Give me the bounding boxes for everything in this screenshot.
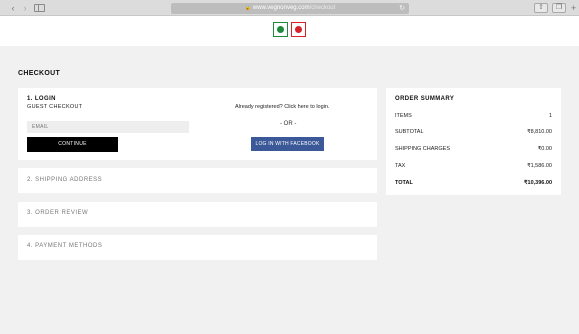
summary-row-shipping: SHIPPING CHARGES ₹0.00 <box>395 146 552 152</box>
summary-row-subtotal: SUBTOTAL ₹8,810.00 <box>395 129 552 135</box>
summary-row-items: ITEMS 1 <box>395 113 552 119</box>
summary-label: ITEMS <box>395 113 412 119</box>
shipping-address-label: 2. SHIPPING ADDRESS <box>27 177 103 183</box>
address-bar[interactable]: 🔒 www.vegnonveg.com/checkout ↻ <box>171 3 409 14</box>
summary-label: SHIPPING CHARGES <box>395 146 451 152</box>
order-review-label: 3. ORDER REVIEW <box>27 210 89 216</box>
lock-icon: 🔒 <box>244 5 251 11</box>
browser-toolbar: ‹ › 🔒 www.vegnonveg.com/checkout ↻ ⇧ ❐ + <box>0 0 579 16</box>
veg-dot <box>276 25 284 33</box>
summary-row-tax: TAX ₹1,586.00 <box>395 163 552 169</box>
summary-label: TAX <box>395 163 406 169</box>
guest-checkout-label: GUEST CHECKOUT <box>27 104 83 110</box>
login-link[interactable]: Already registered? Click here to login. <box>235 104 329 110</box>
summary-value: 1 <box>548 113 552 119</box>
summary-value: ₹0.00 <box>537 146 552 152</box>
summary-value: ₹1,586.00 <box>527 163 552 169</box>
site-header <box>0 16 579 46</box>
tabs-overview-icon[interactable]: ❐ <box>552 3 566 13</box>
summary-row-total: TOTAL ₹10,396.00 <box>395 180 552 186</box>
reload-icon[interactable]: ↻ <box>399 3 405 14</box>
login-step-title: 1. LOGIN <box>27 96 56 102</box>
summary-total-value: ₹10,396.00 <box>524 180 552 186</box>
share-icon[interactable]: ⇧ <box>534 3 548 13</box>
continue-button[interactable]: CONTINUE <box>27 137 118 152</box>
summary-value: ₹8,810.00 <box>527 129 552 135</box>
order-summary-title: ORDER SUMMARY <box>395 96 455 102</box>
facebook-login-button[interactable]: LOG IN WITH FACEBOOK <box>251 137 324 151</box>
order-summary-card <box>386 88 561 195</box>
email-input[interactable] <box>27 121 189 133</box>
forward-arrow-icon[interactable]: › <box>21 3 29 13</box>
nonveg-logo-icon[interactable] <box>291 22 306 37</box>
sidebar-toggle-icon[interactable] <box>34 4 45 12</box>
address-path: /checkout <box>309 5 336 11</box>
or-divider: - OR - <box>280 121 297 127</box>
page-title: CHECKOUT <box>18 70 61 77</box>
new-tab-icon[interactable]: + <box>571 3 576 13</box>
veg-logo-icon[interactable] <box>273 22 288 37</box>
back-arrow-icon[interactable]: ‹ <box>9 3 17 13</box>
address-host: www.vegnonveg.com <box>252 5 310 11</box>
nonveg-dot <box>294 25 302 33</box>
summary-label: SUBTOTAL <box>395 129 424 135</box>
payment-methods-label: 4. PAYMENT METHODS <box>27 243 103 249</box>
summary-total-label: TOTAL <box>395 180 413 186</box>
